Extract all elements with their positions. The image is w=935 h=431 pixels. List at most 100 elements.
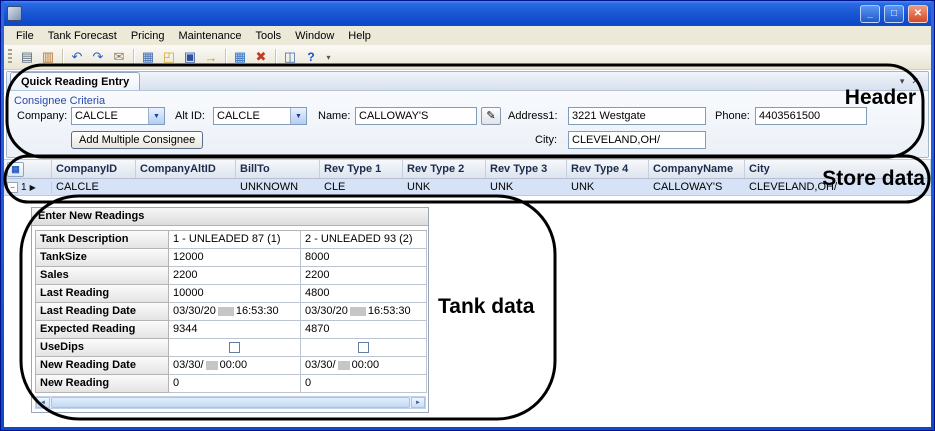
date-time: 00:00 [352,359,380,371]
column-header-rev-type-2[interactable]: Rev Type 2 [403,160,486,178]
maximize-button[interactable]: □ [884,5,904,23]
cell-rev-type-1[interactable]: CLE [320,181,403,193]
tank1-new-reading-date-cell[interactable]: 03/30/00:00 [169,357,301,375]
export-folder-icon[interactable]: → [201,47,221,67]
tank1-usedips-cell [169,339,301,357]
tank2-last-reading-date-cell[interactable]: 03/30/2016:53:30 [301,303,427,321]
column-header-companyaltid[interactable]: CompanyAltID [136,160,236,178]
close-button[interactable]: ✕ [908,5,928,23]
toolbar-separator [133,49,134,65]
tab-strip: Quick Reading Entry ▾ ✕ [7,72,928,91]
toolbar-separator [225,49,226,65]
address1-field[interactable] [568,107,706,125]
edit-pencil-icon[interactable]: ✎ [481,107,501,125]
mail-icon[interactable]: ✉ [109,47,129,67]
redaction-block [350,307,366,316]
name-field[interactable] [355,107,477,125]
menu-pricing[interactable]: Pricing [124,28,172,44]
column-header-rev-type-1[interactable]: Rev Type 1 [320,160,403,178]
tab-quick-reading-entry[interactable]: Quick Reading Entry [10,72,140,90]
open-folder-icon[interactable]: ◰ [159,47,179,67]
scroll-right-icon[interactable]: ► [411,397,425,408]
chevron-down-icon[interactable]: ▼ [148,108,164,124]
tank2-size-cell[interactable]: 8000 [301,249,427,267]
cell-city[interactable]: CLEVELAND,OH/ [745,181,931,193]
report-icon[interactable]: ▥ [38,47,58,67]
menu-window[interactable]: Window [288,28,341,44]
tank2-last-reading-cell[interactable]: 4800 [301,285,427,303]
company-combobox[interactable]: CALCLE ▼ [71,107,165,125]
tank2-new-reading-date-cell[interactable]: 03/30/00:00 [301,357,427,375]
label-last-reading-date: Last Reading Date [36,303,169,321]
tank1-last-reading-date-cell[interactable]: 03/30/2016:53:30 [169,303,301,321]
row-expand-icon[interactable]: − [7,182,18,193]
tank1-description-cell[interactable]: 1 - UNLEADED 87 (1) [169,231,301,249]
add-multiple-consignee-button[interactable]: Add Multiple Consignee [71,131,203,149]
chevron-down-icon[interactable]: ▼ [290,108,306,124]
tank2-expected-reading-cell[interactable]: 4870 [301,321,427,339]
alt-id-combobox[interactable]: CALCLE ▼ [213,107,307,125]
cell-rev-type-4[interactable]: UNK [567,181,649,193]
scroll-left-icon[interactable]: ◄ [36,397,50,408]
cell-rev-type-3[interactable]: UNK [486,181,567,193]
table-icon[interactable]: ▦ [230,47,250,67]
date-prefix: 03/30/ [173,359,204,371]
menu-tank-forecast[interactable]: Tank Forecast [41,28,124,44]
tank2-new-reading-cell[interactable]: 0 [301,375,427,393]
undo-icon[interactable]: ↶ [67,47,87,67]
phone-field[interactable] [755,107,867,125]
label-sales: Sales [36,267,169,285]
help-icon[interactable]: ? [301,47,321,67]
label-last-reading: Last Reading [36,285,169,303]
column-header-companyname[interactable]: CompanyName [649,160,745,178]
menu-help[interactable]: Help [341,28,378,44]
save-icon[interactable]: ▣ [180,47,200,67]
toolbar-overflow-chevron-icon[interactable]: ▾ [322,47,335,67]
date-time: 16:53:30 [368,305,411,317]
column-chooser-icon[interactable]: ▦ [7,162,24,177]
minimize-button[interactable]: _ [860,5,880,23]
column-header-billto[interactable]: BillTo [236,160,320,178]
row-marker-icon: ▶ [30,183,36,192]
tank1-size-cell[interactable]: 12000 [169,249,301,267]
menu-file[interactable]: File [9,28,41,44]
tank2-sales-cell[interactable]: 2200 [301,267,427,285]
cell-companyid[interactable]: CALCLE [52,181,136,193]
titlebar[interactable]: _ □ ✕ [4,1,931,26]
cell-companyname[interactable]: CALLOWAY'S [649,181,745,193]
chevron-down-icon[interactable]: ▾ [900,76,905,87]
calculator-icon[interactable]: ▦ [138,47,158,67]
tank1-usedips-checkbox[interactable] [229,342,240,353]
column-header-city[interactable]: City [745,160,931,178]
enter-new-readings-title: Enter New Readings [32,208,428,226]
toolbar-separator [62,49,63,65]
city-field[interactable] [568,131,706,149]
tank1-expected-reading-cell[interactable]: 9344 [169,321,301,339]
table-row[interactable]: − 1 ▶ CALCLE UNKNOWN CLE UNK UNK UNK CAL… [4,179,931,196]
tank2-description-cell[interactable]: 2 - UNLEADED 93 (2) [301,231,427,249]
scrollbar-thumb[interactable] [51,397,410,408]
column-header-rev-type-3[interactable]: Rev Type 3 [486,160,567,178]
printer-icon[interactable]: ▤ [17,47,37,67]
panel-close-icon[interactable]: ✕ [911,76,919,87]
column-header-rev-type-4[interactable]: Rev Type 4 [567,160,649,178]
tank1-last-reading-cell[interactable]: 10000 [169,285,301,303]
grid-header-row: ▦ CompanyID CompanyAltID BillTo Rev Type… [4,159,931,179]
delete-icon[interactable]: ✖ [251,47,271,67]
database-icon[interactable]: ◫ [280,47,300,67]
panel-controls: ▾ ✕ [900,76,928,90]
cell-billto[interactable]: UNKNOWN [236,181,320,193]
tank2-usedips-checkbox[interactable] [358,342,369,353]
redaction-block [206,361,218,370]
horizontal-scrollbar[interactable]: ◄ ► [35,396,426,409]
consignee-criteria-section: Consignee Criteria Company: CALCLE ▼ Alt… [7,91,928,157]
menu-tools[interactable]: Tools [248,28,288,44]
tank1-new-reading-cell[interactable]: 0 [169,375,301,393]
menubar: File Tank Forecast Pricing Maintenance T… [4,26,931,45]
menu-maintenance[interactable]: Maintenance [171,28,248,44]
column-header-companyid[interactable]: CompanyID [52,160,136,178]
tank1-sales-cell[interactable]: 2200 [169,267,301,285]
toolbar-grip[interactable] [8,49,12,65]
cell-rev-type-2[interactable]: UNK [403,181,486,193]
redo-icon[interactable]: ↷ [88,47,108,67]
